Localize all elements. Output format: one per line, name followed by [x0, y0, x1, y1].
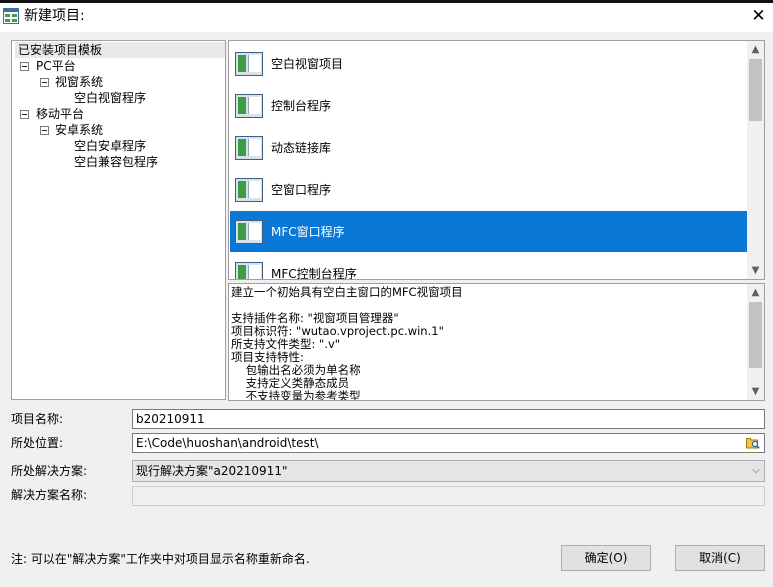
list-scrollbar[interactable]: ▲ ▼ — [747, 41, 764, 279]
rename-hint-note: 注: 可以在"解决方案"工作夹中对项目显示名称重新命名. — [11, 552, 310, 566]
window-top-border — [0, 0, 773, 3]
new-project-window-icon — [3, 8, 19, 24]
close-icon: ✕ — [751, 5, 766, 26]
scroll-down-icon[interactable]: ▼ — [747, 262, 764, 279]
chevron-down-icon: ⌵ — [752, 465, 760, 476]
description-line: 不支持变量为参考类型 — [231, 389, 361, 401]
location-input[interactable]: E:\Code\huoshan\android\test\ — [132, 433, 765, 453]
folder-browse-icon[interactable] — [746, 436, 760, 449]
ok-button[interactable]: 确定(O) — [561, 545, 651, 571]
tree-node-blank-android-app[interactable]: 空白安卓程序 — [74, 138, 146, 154]
list-item-label: 空白视窗项目 — [271, 57, 344, 71]
tree-node-mobile-platform[interactable]: 移动平台 — [36, 106, 84, 122]
list-item-label: 控制台程序 — [271, 99, 332, 113]
scrollbar-thumb[interactable] — [749, 302, 762, 368]
list-item-label: MFC窗口程序 — [271, 225, 345, 239]
collapse-icon[interactable] — [40, 126, 49, 135]
collapse-icon[interactable] — [20, 62, 29, 71]
list-item[interactable]: 空窗口程序 — [230, 169, 747, 210]
location-value: E:\Code\huoshan\android\test\ — [136, 436, 319, 450]
solution-select[interactable]: 现行解决方案"a20210911" ⌵ — [132, 460, 765, 482]
solution-label: 所处解决方案: — [11, 464, 88, 478]
window-app-icon — [235, 93, 263, 118]
solution-value: 现行解决方案"a20210911" — [136, 464, 288, 478]
tree-node-blank-windows-app[interactable]: 空白视窗程序 — [74, 90, 146, 106]
collapse-icon[interactable] — [20, 110, 29, 119]
window-title: 新建项目: — [24, 8, 85, 24]
list-item[interactable]: 空白视窗项目 — [230, 43, 747, 84]
collapse-icon[interactable] — [40, 78, 49, 87]
template-description: 建立一个初始具有空白主窗口的MFC视窗项目 支持插件名称: "视窗项目管理器" … — [228, 283, 765, 401]
solution-name-label: 解决方案名称: — [11, 488, 88, 502]
window-app-icon — [235, 261, 263, 279]
tree-node-android-system[interactable]: 安卓系统 — [55, 122, 103, 138]
list-item[interactable]: MFC控制台程序 — [230, 253, 747, 280]
window-app-icon — [235, 177, 263, 202]
title-bar — [0, 0, 773, 32]
tree-node-pc-platform[interactable]: PC平台 — [36, 58, 76, 74]
close-button[interactable]: ✕ — [744, 3, 773, 29]
scroll-down-icon[interactable]: ▼ — [747, 383, 764, 400]
description-scrollbar[interactable]: ▲ ▼ — [747, 284, 764, 400]
scroll-up-icon[interactable]: ▲ — [747, 284, 764, 301]
location-label: 所处位置: — [11, 436, 64, 450]
list-item-label: 空窗口程序 — [271, 183, 332, 197]
project-name-label: 项目名称: — [11, 412, 64, 426]
template-tree[interactable]: 已安装项目模板 PC平台 视窗系统 空白视窗程序 移动平台 安卓系统 空白安卓程… — [11, 40, 226, 400]
list-item[interactable]: 控制台程序 — [230, 85, 747, 126]
project-name-input[interactable]: b20210911 — [132, 409, 765, 429]
window-app-icon — [235, 51, 263, 76]
tree-node-windows-system[interactable]: 视窗系统 — [55, 74, 103, 90]
solution-name-input — [132, 486, 765, 506]
window-app-icon — [235, 135, 263, 160]
list-item-selected[interactable]: MFC窗口程序 — [230, 211, 747, 252]
list-item[interactable]: 动态链接库 — [230, 127, 747, 168]
project-name-value: b20210911 — [136, 412, 205, 426]
scrollbar-thumb[interactable] — [749, 59, 762, 121]
list-item-label: 动态链接库 — [271, 141, 332, 155]
cancel-button[interactable]: 取消(C) — [675, 545, 765, 571]
list-item-label: MFC控制台程序 — [271, 267, 357, 280]
window-app-icon — [235, 219, 263, 244]
tree-node-blank-compat-app[interactable]: 空白兼容包程序 — [74, 154, 158, 170]
description-line: 建立一个初始具有空白主窗口的MFC视窗项目 — [231, 285, 463, 299]
project-template-list[interactable]: 空白视窗项目 控制台程序 动态链接库 空窗口程序 MFC窗口程序 MFC控制台程… — [228, 40, 765, 280]
scroll-up-icon[interactable]: ▲ — [747, 41, 764, 58]
tree-root-installed-templates[interactable]: 已安装项目模板 — [15, 42, 225, 58]
